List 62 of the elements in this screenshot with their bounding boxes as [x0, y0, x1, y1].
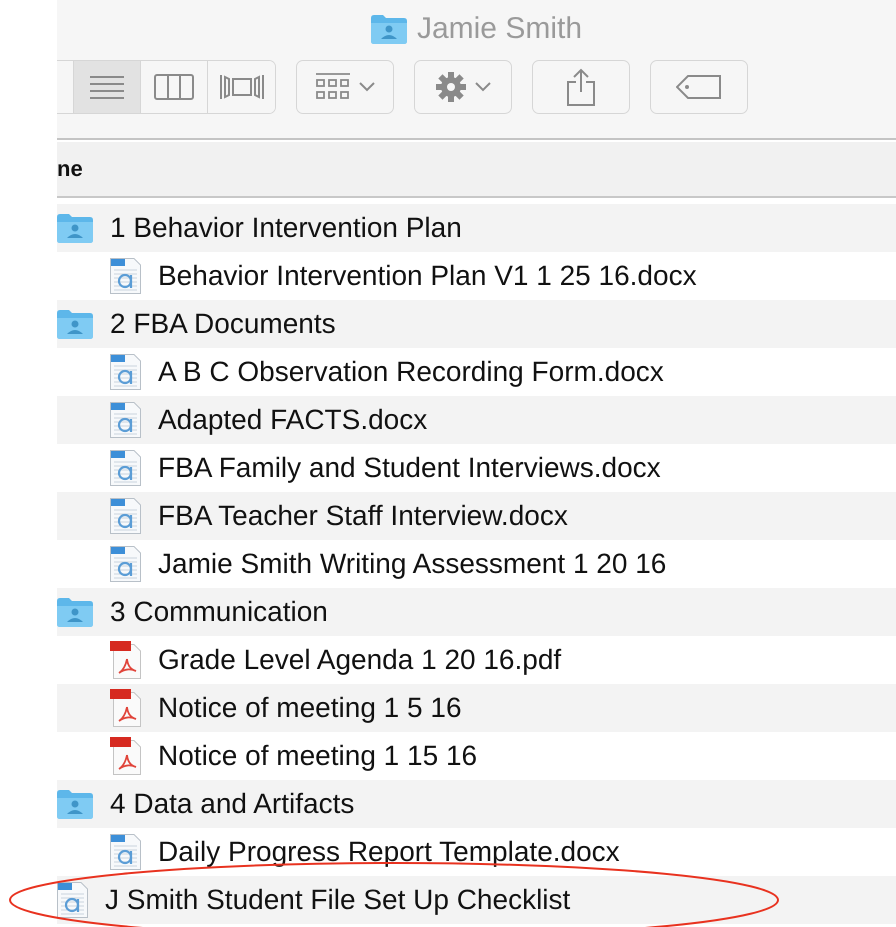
file-row[interactable]: Grade Level Agenda 1 20 16.pdf	[57, 636, 896, 684]
file-name: Jamie Smith Writing Assessment 1 20 16	[158, 548, 666, 580]
pdf-icon	[110, 641, 141, 679]
file-row[interactable]: Adapted FACTS.docx	[57, 396, 896, 444]
document-icon	[110, 546, 141, 582]
cover-flow-icon	[218, 73, 264, 101]
document-icon	[110, 450, 141, 486]
share-button[interactable]	[532, 60, 630, 114]
window-title: Jamie Smith	[416, 12, 582, 46]
folder-icon	[57, 212, 93, 244]
file-row[interactable]: 2 FBA Documents	[57, 300, 896, 348]
arrange-button[interactable]	[296, 60, 394, 114]
tags-button[interactable]	[650, 60, 748, 114]
file-name: J Smith Student File Set Up Checklist	[105, 884, 570, 916]
file-row[interactable]: J Smith Student File Set Up Checklist	[57, 876, 896, 924]
folder-icon	[370, 14, 407, 44]
file-name: 2 FBA Documents	[110, 308, 336, 340]
document-icon	[110, 498, 141, 534]
document-icon	[57, 882, 88, 918]
file-row[interactable]: FBA Teacher Staff Interview.docx	[57, 492, 896, 540]
file-row[interactable]: Jamie Smith Writing Assessment 1 20 16	[57, 540, 896, 588]
view-button[interactable]	[74, 61, 141, 113]
document-icon	[110, 258, 141, 294]
chevron-down-icon	[475, 82, 491, 92]
folder-icon	[57, 596, 93, 628]
chevron-down-icon	[359, 82, 375, 92]
document-icon	[110, 834, 141, 870]
file-name: Grade Level Agenda 1 20 16.pdf	[158, 644, 562, 676]
file-row[interactable]: Daily Progress Report Template.docx	[57, 828, 896, 876]
file-name: Notice of meeting 1 15 16	[158, 740, 478, 772]
file-name: 3 Communication	[110, 596, 328, 628]
folder-icon	[57, 788, 93, 820]
tag-icon	[676, 75, 722, 99]
list-view-icon	[90, 75, 124, 99]
file-name: A B C Observation Recording Form.docx	[158, 356, 664, 388]
file-name: Notice of meeting 1 5 16	[158, 692, 462, 724]
grid-icon	[315, 72, 351, 102]
columns-view-icon	[154, 74, 194, 100]
file-row[interactable]: Behavior Intervention Plan V1 1 25 16.docx	[57, 252, 896, 300]
file-name: Behavior Intervention Plan V1 1 25 16.docx	[158, 260, 697, 292]
file-row[interactable]: Notice of meeting 1 5 16	[57, 684, 896, 732]
file-row[interactable]: A B C Observation Recording Form.docx	[57, 348, 896, 396]
document-icon	[110, 354, 141, 390]
file-name: 4 Data and Artifacts	[110, 788, 354, 820]
file-name: 1 Behavior Intervention Plan	[110, 212, 462, 244]
pdf-icon	[110, 689, 141, 727]
file-row[interactable]: 1 Behavior Intervention Plan	[57, 204, 896, 252]
file-name: FBA Teacher Staff Interview.docx	[158, 500, 568, 532]
file-name: Daily Progress Report Template.docx	[158, 836, 620, 868]
file-row[interactable]: 4 Data and Artifacts	[57, 780, 896, 828]
file-row[interactable]: 3 Communication	[57, 588, 896, 636]
pdf-icon	[110, 737, 141, 775]
file-row[interactable]: Notice of meeting 1 15 16	[57, 732, 896, 780]
file-row[interactable]: FBA Family and Student Interviews.docx	[57, 444, 896, 492]
settings-icon	[435, 71, 467, 103]
column-title: ne	[57, 156, 83, 182]
file-name: Adapted FACTS.docx	[158, 404, 428, 436]
share-icon	[566, 68, 596, 106]
document-icon	[110, 402, 141, 438]
action-button[interactable]	[414, 60, 512, 114]
folder-icon	[57, 308, 93, 340]
file-name: FBA Family and Student Interviews.docx	[158, 452, 661, 484]
